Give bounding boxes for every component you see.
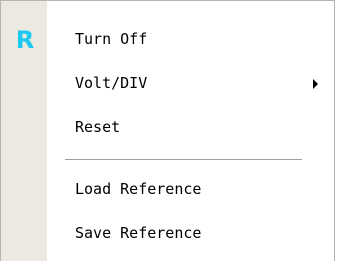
context-menu: R Turn Off Volt/DIV Reset Load Reference…: [0, 0, 335, 261]
menu-item-label: Reset: [75, 118, 121, 136]
menu-item-label: Load Reference: [75, 180, 202, 198]
r-icon: R: [15, 26, 35, 54]
submenu-arrow-icon: [313, 79, 318, 89]
menu-item-save-reference[interactable]: Save Reference: [1, 217, 334, 253]
menu-item-label: Turn Off: [75, 30, 148, 48]
menu-item-label: Save Reference: [75, 224, 202, 242]
menu-item-turn-off[interactable]: R Turn Off: [1, 23, 334, 59]
menu-item-reset[interactable]: Reset: [1, 111, 334, 147]
menu-item-label: Volt/DIV: [75, 74, 148, 92]
menu-item-volt-div[interactable]: Volt/DIV: [1, 67, 334, 103]
menu-item-load-reference[interactable]: Load Reference: [1, 173, 334, 209]
menu-separator: [65, 159, 302, 160]
